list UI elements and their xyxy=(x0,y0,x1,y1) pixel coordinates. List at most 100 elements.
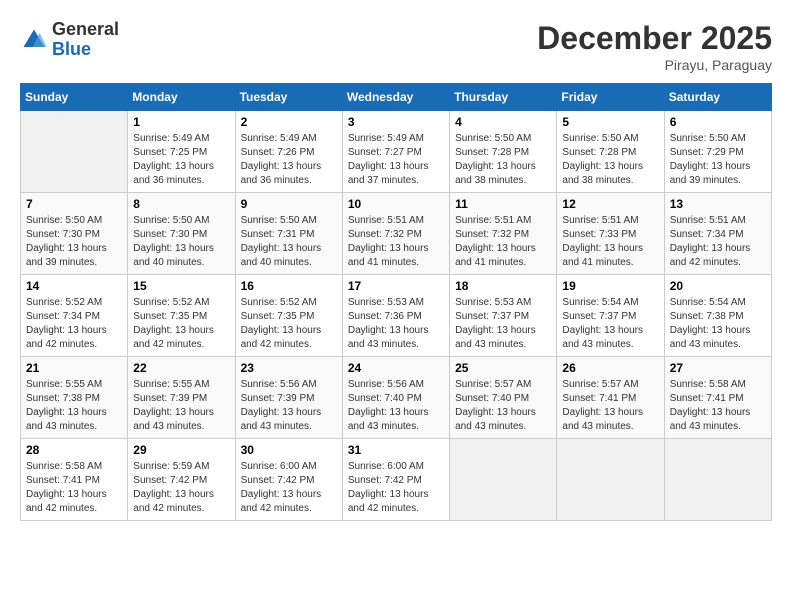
calendar-cell: 25 Sunrise: 5:57 AMSunset: 7:40 PMDayligh… xyxy=(450,357,557,439)
day-number: 12 xyxy=(562,197,658,211)
day-number: 9 xyxy=(241,197,337,211)
day-number: 24 xyxy=(348,361,444,375)
day-info: Sunrise: 6:00 AMSunset: 7:42 PMDaylight:… xyxy=(348,460,444,516)
calendar-cell: 11 Sunrise: 5:51 AMSunset: 7:32 PMDayligh… xyxy=(450,193,557,275)
calendar-cell: 6 Sunrise: 5:50 AMSunset: 7:29 PMDaylight… xyxy=(664,111,771,193)
calendar-cell xyxy=(450,439,557,521)
day-number: 29 xyxy=(133,443,229,457)
calendar-cell: 26 Sunrise: 5:57 AMSunset: 7:41 PMDayligh… xyxy=(557,357,664,439)
day-info: Sunrise: 5:58 AMSunset: 7:41 PMDaylight:… xyxy=(670,378,766,434)
calendar-cell xyxy=(557,439,664,521)
day-number: 10 xyxy=(348,197,444,211)
calendar-cell: 19Sunrise: 5:54 AMSunset: 7:37 PMDayligh… xyxy=(557,275,664,357)
calendar-cell: 3Sunrise: 5:49 AMSunset: 7:27 PMDaylight… xyxy=(342,111,449,193)
column-header-saturday: Saturday xyxy=(664,84,771,111)
day-info: Sunrise: 5:50 AMSunset: 7:30 PMDaylight:… xyxy=(133,214,229,270)
calendar-week-5: 28 Sunrise: 5:58 AMSunset: 7:41 PMDayligh… xyxy=(21,439,772,521)
calendar-cell: 29Sunrise: 5:59 AMSunset: 7:42 PMDayligh… xyxy=(128,439,235,521)
calendar-week-3: 14Sunrise: 5:52 AMSunset: 7:34 PMDayligh… xyxy=(21,275,772,357)
column-header-tuesday: Tuesday xyxy=(235,84,342,111)
calendar-cell: 15 Sunrise: 5:52 AMSunset: 7:35 PMDayligh… xyxy=(128,275,235,357)
calendar-week-1: 1Sunrise: 5:49 AMSunset: 7:25 PMDaylight… xyxy=(21,111,772,193)
day-number: 23 xyxy=(241,361,337,375)
day-number: 30 xyxy=(241,443,337,457)
calendar-cell: 22 Sunrise: 5:55 AMSunset: 7:39 PMDayligh… xyxy=(128,357,235,439)
day-info: Sunrise: 5:51 AMSunset: 7:32 PMDaylight:… xyxy=(455,214,551,270)
column-header-wednesday: Wednesday xyxy=(342,84,449,111)
day-number: 1 xyxy=(133,115,229,129)
day-number: 14 xyxy=(26,279,122,293)
day-info: Sunrise: 5:50 AMSunset: 7:31 PMDaylight:… xyxy=(241,214,337,270)
logo: General Blue xyxy=(20,20,119,60)
day-info: Sunrise: 5:49 AMSunset: 7:26 PMDaylight:… xyxy=(241,132,337,188)
calendar-cell: 16 Sunrise: 5:52 AMSunset: 7:35 PMDayligh… xyxy=(235,275,342,357)
day-number: 20 xyxy=(670,279,766,293)
day-number: 2 xyxy=(241,115,337,129)
calendar-cell: 24 Sunrise: 5:56 AMSunset: 7:40 PMDayligh… xyxy=(342,357,449,439)
calendar-cell: 13 Sunrise: 5:51 AMSunset: 7:34 PMDayligh… xyxy=(664,193,771,275)
column-header-sunday: Sunday xyxy=(21,84,128,111)
day-number: 15 xyxy=(133,279,229,293)
day-info: Sunrise: 5:58 AMSunset: 7:41 PMDaylight:… xyxy=(26,460,122,516)
calendar-week-4: 21 Sunrise: 5:55 AMSunset: 7:38 PMDayligh… xyxy=(21,357,772,439)
day-info: Sunrise: 5:56 AMSunset: 7:40 PMDaylight:… xyxy=(348,378,444,434)
calendar-body: 1Sunrise: 5:49 AMSunset: 7:25 PMDaylight… xyxy=(21,111,772,521)
calendar-table: SundayMondayTuesdayWednesdayThursdayFrid… xyxy=(20,83,772,521)
day-number: 11 xyxy=(455,197,551,211)
calendar-cell: 20Sunrise: 5:54 AMSunset: 7:38 PMDayligh… xyxy=(664,275,771,357)
day-number: 21 xyxy=(26,361,122,375)
day-info: Sunrise: 5:51 AMSunset: 7:33 PMDaylight:… xyxy=(562,214,658,270)
calendar-cell: 23Sunrise: 5:56 AMSunset: 7:39 PMDayligh… xyxy=(235,357,342,439)
day-info: Sunrise: 5:53 AMSunset: 7:37 PMDaylight:… xyxy=(455,296,551,352)
day-number: 19 xyxy=(562,279,658,293)
column-header-friday: Friday xyxy=(557,84,664,111)
day-number: 22 xyxy=(133,361,229,375)
column-header-monday: Monday xyxy=(128,84,235,111)
page-header: General Blue December 2025 Pirayu, Parag… xyxy=(20,20,772,73)
calendar-cell: 30 Sunrise: 6:00 AMSunset: 7:42 PMDayligh… xyxy=(235,439,342,521)
calendar-cell: 18Sunrise: 5:53 AMSunset: 7:37 PMDayligh… xyxy=(450,275,557,357)
day-info: Sunrise: 5:50 AMSunset: 7:28 PMDaylight:… xyxy=(455,132,551,188)
calendar-cell: 31Sunrise: 6:00 AMSunset: 7:42 PMDayligh… xyxy=(342,439,449,521)
day-number: 6 xyxy=(670,115,766,129)
calendar-cell: 1Sunrise: 5:49 AMSunset: 7:25 PMDaylight… xyxy=(128,111,235,193)
day-info: Sunrise: 6:00 AMSunset: 7:42 PMDaylight:… xyxy=(241,460,337,516)
day-info: Sunrise: 5:55 AMSunset: 7:39 PMDaylight:… xyxy=(133,378,229,434)
day-number: 25 xyxy=(455,361,551,375)
day-info: Sunrise: 5:50 AMSunset: 7:29 PMDaylight:… xyxy=(670,132,766,188)
day-info: Sunrise: 5:57 AMSunset: 7:41 PMDaylight:… xyxy=(562,378,658,434)
day-number: 26 xyxy=(562,361,658,375)
calendar-cell: 2 Sunrise: 5:49 AMSunset: 7:26 PMDaylight… xyxy=(235,111,342,193)
calendar-cell: 27 Sunrise: 5:58 AMSunset: 7:41 PMDayligh… xyxy=(664,357,771,439)
calendar-cell: 17Sunrise: 5:53 AMSunset: 7:36 PMDayligh… xyxy=(342,275,449,357)
day-number: 27 xyxy=(670,361,766,375)
month-title: December 2025 xyxy=(537,20,772,57)
logo-text: General Blue xyxy=(52,20,119,60)
day-info: Sunrise: 5:52 AMSunset: 7:35 PMDaylight:… xyxy=(133,296,229,352)
day-info: Sunrise: 5:49 AMSunset: 7:27 PMDaylight:… xyxy=(348,132,444,188)
calendar-cell: 9 Sunrise: 5:50 AMSunset: 7:31 PMDaylight… xyxy=(235,193,342,275)
day-number: 28 xyxy=(26,443,122,457)
day-info: Sunrise: 5:55 AMSunset: 7:38 PMDaylight:… xyxy=(26,378,122,434)
title-block: December 2025 Pirayu, Paraguay xyxy=(537,20,772,73)
calendar-cell: 14Sunrise: 5:52 AMSunset: 7:34 PMDayligh… xyxy=(21,275,128,357)
day-info: Sunrise: 5:52 AMSunset: 7:35 PMDaylight:… xyxy=(241,296,337,352)
calendar-cell xyxy=(21,111,128,193)
calendar-cell: 4 Sunrise: 5:50 AMSunset: 7:28 PMDaylight… xyxy=(450,111,557,193)
day-info: Sunrise: 5:51 AMSunset: 7:32 PMDaylight:… xyxy=(348,214,444,270)
calendar-week-2: 7Sunrise: 5:50 AMSunset: 7:30 PMDaylight… xyxy=(21,193,772,275)
logo-icon xyxy=(20,26,48,54)
logo-blue: Blue xyxy=(52,39,91,59)
day-info: Sunrise: 5:51 AMSunset: 7:34 PMDaylight:… xyxy=(670,214,766,270)
day-info: Sunrise: 5:50 AMSunset: 7:28 PMDaylight:… xyxy=(562,132,658,188)
day-number: 13 xyxy=(670,197,766,211)
location-subtitle: Pirayu, Paraguay xyxy=(537,57,772,73)
day-info: Sunrise: 5:50 AMSunset: 7:30 PMDaylight:… xyxy=(26,214,122,270)
calendar-cell: 28 Sunrise: 5:58 AMSunset: 7:41 PMDayligh… xyxy=(21,439,128,521)
day-number: 4 xyxy=(455,115,551,129)
day-info: Sunrise: 5:57 AMSunset: 7:40 PMDaylight:… xyxy=(455,378,551,434)
day-number: 16 xyxy=(241,279,337,293)
calendar-cell: 8 Sunrise: 5:50 AMSunset: 7:30 PMDaylight… xyxy=(128,193,235,275)
day-number: 8 xyxy=(133,197,229,211)
calendar-cell: 12 Sunrise: 5:51 AMSunset: 7:33 PMDayligh… xyxy=(557,193,664,275)
